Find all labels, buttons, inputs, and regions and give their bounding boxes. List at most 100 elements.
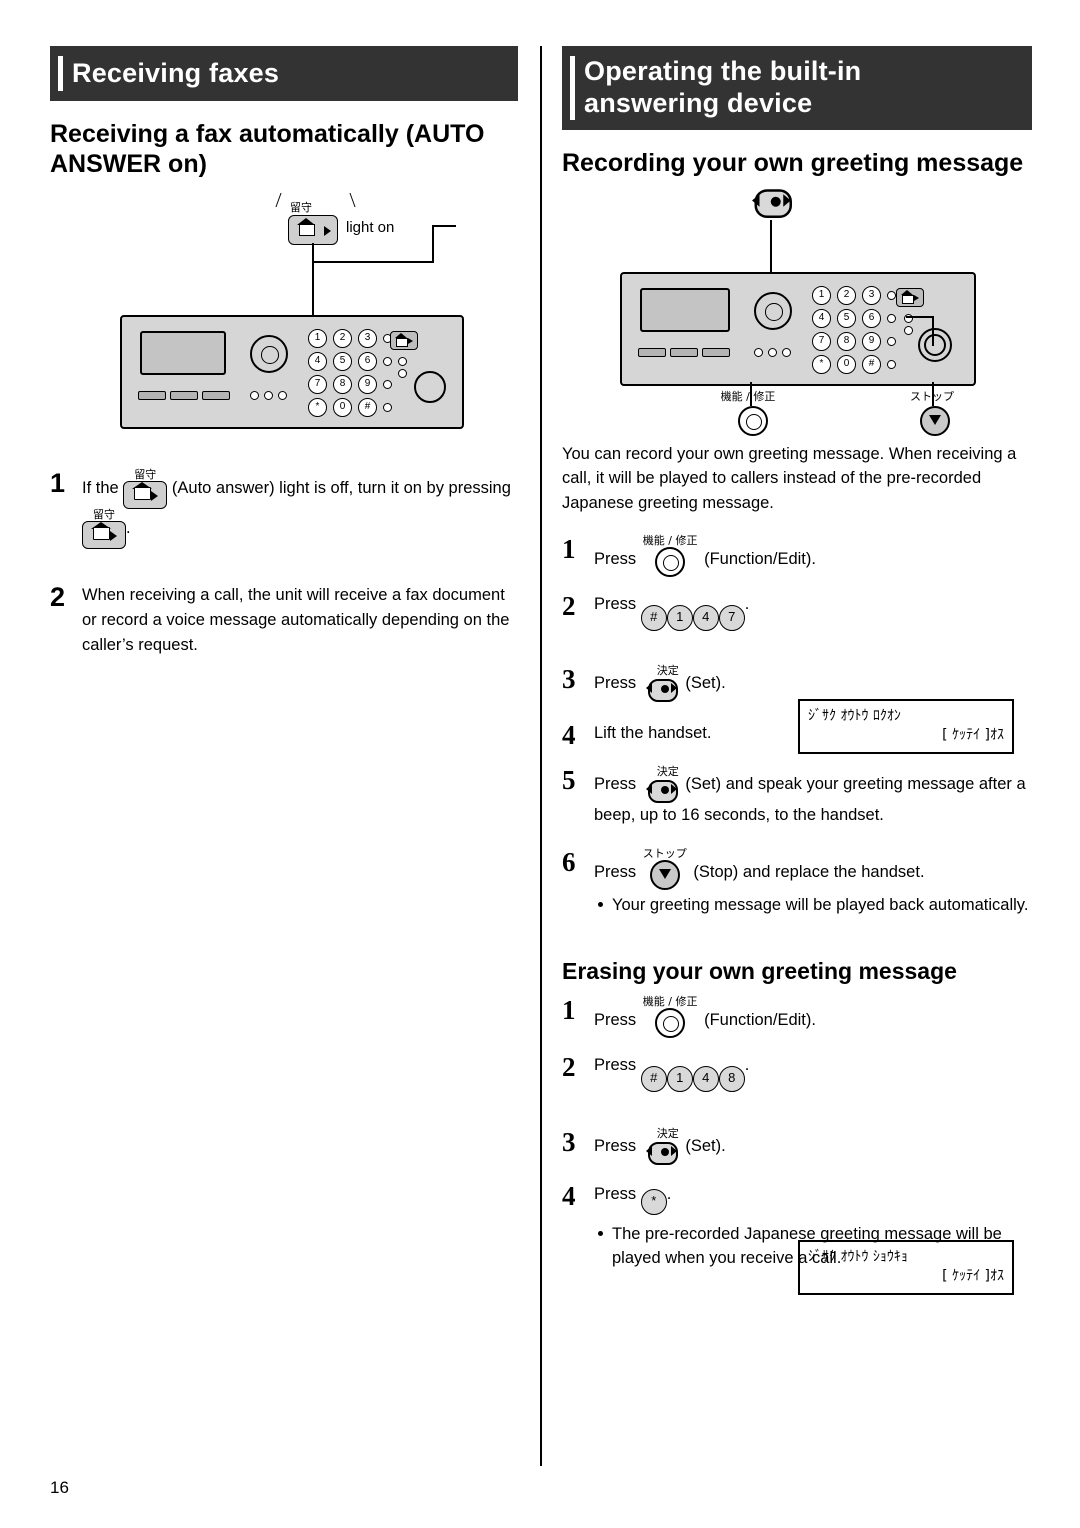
manual-page: Receiving faxes Receiving a fax automati… — [0, 0, 1080, 1528]
step-suffix: . — [666, 1185, 672, 1204]
intro-paragraph: You can record your own greeting message… — [562, 444, 1017, 512]
function-key-inline-erase: 機能 / 修正 — [642, 994, 698, 1039]
press-label: Press — [594, 1136, 637, 1155]
set-key-glyph-erase — [645, 1141, 678, 1165]
leader-line-vertical — [312, 243, 314, 263]
set-key-jp-label-2: 決定 — [656, 765, 679, 779]
heading-receiving-fax-automatically: Receiving a fax automatically (AUTO ANSW… — [50, 120, 485, 178]
set-key-callout — [752, 188, 792, 218]
answer-key-jp-label-2: 留守 — [93, 508, 115, 521]
step-record-4: 4 Lift the handset. — [562, 720, 1032, 750]
volume-knob — [414, 371, 446, 403]
step-number: 2 — [50, 582, 66, 612]
answer-key-callout — [288, 215, 338, 245]
set-key-jp-label: 決定 — [656, 663, 679, 677]
banner-title: Receiving faxes — [72, 58, 280, 88]
banner-title-line2: answering device — [584, 87, 813, 118]
step-number: 5 — [562, 765, 576, 796]
step-record-3: 3 Press 決定 (Set). — [562, 664, 1032, 702]
press-label: Press — [594, 1010, 637, 1029]
answer-key-jp-label: 留守 — [134, 468, 157, 481]
step-left-2: 2 When receiving a call, the unit will r… — [50, 582, 518, 657]
illustration-fax-unit-left: 留守 light on 123 456 7 8 9 * 0 # — [50, 193, 518, 443]
answer-key-inline-2: 留守 — [82, 509, 126, 549]
function-key-glyph-erase — [655, 1007, 686, 1038]
step-suffix: (Function/Edit). — [704, 1010, 816, 1029]
step-number: 2 — [562, 1051, 576, 1082]
step-suffix: (Set). — [685, 1136, 726, 1155]
left-column: Receiving faxes Receiving a fax automati… — [50, 46, 518, 657]
set-key-inline: 決定 — [643, 665, 679, 702]
step-number: 4 — [562, 1181, 576, 1212]
step-erase-3: 3 Press 決定 (Set). — [562, 1127, 1032, 1165]
answer-button-on-unit-right — [896, 287, 924, 307]
fn-key-jp-label: 機能 / 修正 — [720, 389, 776, 403]
fax-unit-body-right: 123 456 789 * 0 # — [620, 271, 976, 386]
function-key-jp-label: 機能 / 修正 — [642, 533, 698, 547]
step-number: 1 — [562, 994, 576, 1025]
erase-bullet: The pre-recorded Japanese greeting messa… — [596, 1223, 1032, 1271]
step-number: 3 — [562, 1126, 576, 1157]
function-key-inline: 機能 / 修正 — [642, 533, 698, 578]
step-record-1: 1 Press 機能 / 修正 (Function/Edit). — [562, 533, 1032, 578]
answer-key-glyph-2 — [82, 521, 126, 549]
stop-key-jp-label: ストップ — [642, 846, 687, 860]
step-number: 3 — [562, 663, 576, 694]
page-number: 16 — [50, 1478, 69, 1497]
answer-button-on-unit — [390, 331, 418, 350]
step-left-1: 1 If the 留守 (Auto answer) light is off, … — [50, 468, 518, 549]
step-number: 1 — [562, 533, 576, 564]
step-text-after: . — [126, 519, 131, 537]
step-suffix: (Function/Edit). — [704, 549, 816, 568]
press-label: Press — [594, 1185, 637, 1204]
step-text: When receiving a call, the unit will rec… — [82, 586, 510, 654]
set-key-glyph — [645, 678, 678, 702]
press-label: Press — [594, 549, 637, 568]
section-banner-answering-device: Operating the built-in answering device — [562, 46, 1032, 130]
right-column: Operating the built-in answering device … — [562, 46, 1032, 1295]
step-erase-1: 1 Press 機能 / 修正 (Function/Edit). — [562, 994, 1032, 1039]
flash-mark-right — [337, 193, 356, 207]
keypad: 123 456 789 * 0 # — [308, 329, 392, 421]
key-hash: # — [640, 1065, 667, 1092]
keypad-sequence-147: #1 4 7 — [640, 598, 745, 631]
banner-tick-right — [570, 56, 575, 120]
step-number: 2 — [562, 590, 576, 621]
step-suffix: (Stop) and replace the handset. — [693, 862, 925, 881]
step-text: Lift the handset. — [594, 724, 712, 743]
keypad-right: 123 456 789 * 0 # — [812, 285, 896, 378]
step-number: 6 — [562, 846, 576, 877]
press-label: Press — [594, 862, 637, 881]
press-label: Press — [594, 594, 637, 613]
key-8: 8 — [718, 1065, 745, 1092]
function-key-jp-label-erase: 機能 / 修正 — [642, 994, 698, 1008]
answer-key-inline-1: 留守 — [123, 468, 168, 509]
section-banner-receiving-faxes: Receiving faxes — [50, 46, 518, 101]
step-suffix: . — [744, 1055, 750, 1074]
press-label: Press — [594, 1055, 637, 1074]
stop-key-callout — [920, 405, 950, 436]
step-suffix: . — [744, 594, 750, 613]
key-1: 1 — [666, 604, 693, 631]
light-on-caption: light on — [346, 219, 395, 236]
key-asterisk: * — [640, 1189, 667, 1216]
heading-erasing-greeting: Erasing your own greeting message — [562, 958, 957, 985]
step-erase-4: 4 Press *. The pre-recorded Japanese gre… — [562, 1181, 1032, 1271]
column-divider — [540, 46, 542, 1466]
step-number: 4 — [562, 720, 576, 751]
function-key-glyph — [655, 546, 686, 577]
set-key-glyph-2 — [645, 779, 678, 804]
lcd-screen-right — [640, 287, 730, 332]
key-hash: # — [640, 604, 667, 631]
banner-tick — [58, 56, 63, 91]
lcd-screen — [140, 331, 226, 375]
answer-key-glyph — [123, 481, 168, 509]
key-4: 4 — [692, 1065, 719, 1092]
keypad-sequence-148: #1 4 8 — [640, 1059, 745, 1092]
key-4: 4 — [692, 604, 719, 631]
key-1: 1 — [666, 1065, 693, 1092]
heading-recording-greeting: Recording your own greeting message — [562, 148, 1024, 177]
record-bullet: Your greeting message will be played bac… — [596, 894, 1032, 918]
banner-title-line1: Operating the built-in — [584, 56, 862, 86]
step-text-mid: (Auto answer) light is off, turn it on b… — [171, 479, 511, 497]
